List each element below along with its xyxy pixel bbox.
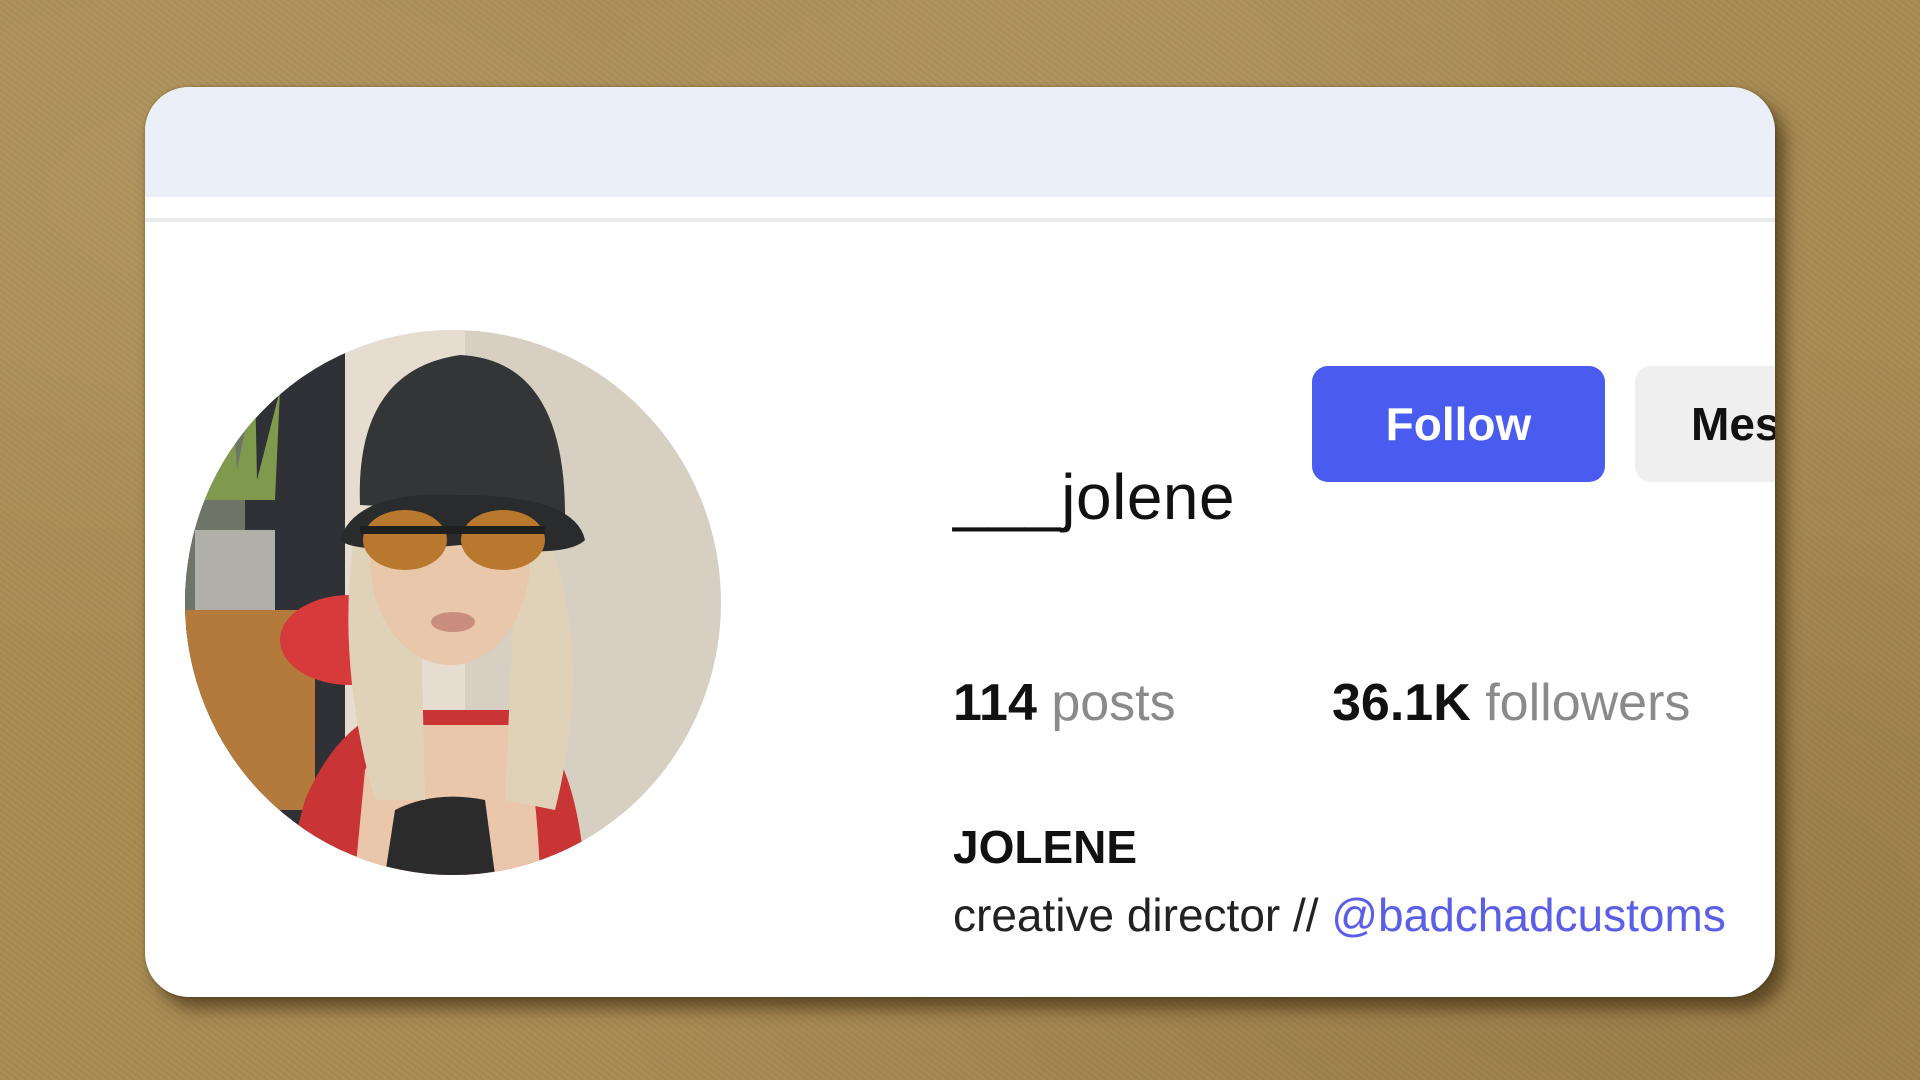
username: ___jolene: [953, 461, 1236, 533]
profile-card: ___jolene Follow Message 114 posts 36.1K…: [145, 87, 1775, 997]
display-name: JOLENE: [953, 821, 1138, 873]
bio-mention-link[interactable]: @badchadcustoms: [1331, 889, 1725, 941]
followers-count: 36.1K: [1332, 674, 1471, 732]
message-button[interactable]: Message: [1635, 366, 1775, 482]
follow-button[interactable]: Follow: [1312, 366, 1605, 482]
divider: [145, 218, 1775, 222]
bio-text: creative director //: [953, 889, 1332, 941]
avatar-photo: [185, 330, 721, 875]
bio: creative director // @badchadcustoms: [953, 892, 1726, 938]
posts-stat: 114 posts: [953, 677, 1176, 729]
avatar[interactable]: [185, 330, 721, 875]
followers-stat[interactable]: 36.1K followers: [1332, 677, 1690, 729]
top-bar: [145, 87, 1775, 197]
posts-count: 114: [953, 674, 1037, 732]
posts-label: posts: [1051, 674, 1176, 732]
followers-label: followers: [1485, 674, 1691, 732]
